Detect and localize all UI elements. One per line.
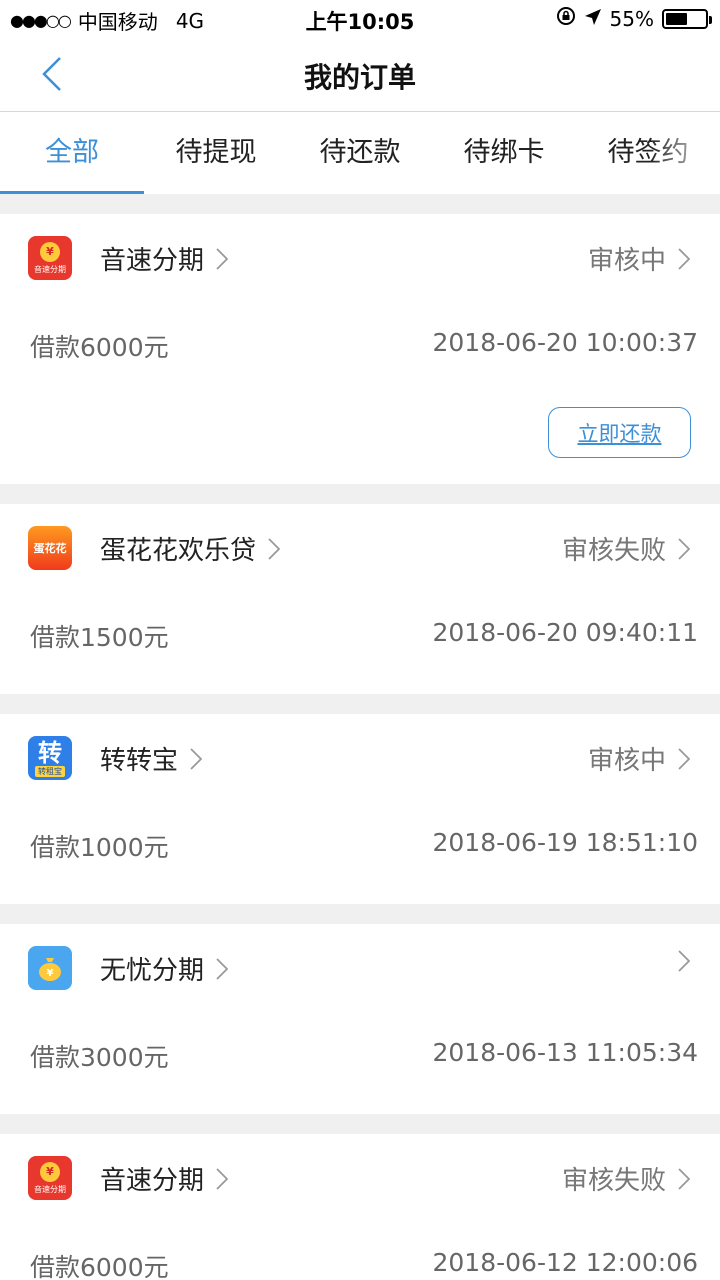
order-actions: 立即还款	[0, 404, 720, 484]
order-card: ¥ 音速分期 音速分期 审核中 借款6000元 2018-06-20 10:00…	[0, 214, 720, 484]
order-status: 审核中	[588, 240, 690, 277]
location-icon	[584, 7, 602, 31]
svg-text:¥: ¥	[47, 968, 54, 979]
battery-fill	[666, 12, 687, 25]
loan-amount: 借款1000元	[30, 833, 169, 862]
chevron-right-icon	[678, 950, 690, 972]
loan-amount: 借款1500元	[30, 623, 169, 652]
app-icon-text: 音速分期	[34, 1184, 66, 1194]
app-name: 音速分期	[100, 240, 229, 277]
zhuanzhuanbao-app-icon: 转 转租宝	[28, 736, 72, 780]
chevron-right-icon	[216, 957, 229, 980]
app-name-text: 无忧分期	[100, 956, 205, 986]
page-title: 我的订单	[303, 61, 416, 94]
app-name-text: 蛋花花欢乐贷	[100, 536, 257, 566]
order-filter-tabs: 全部 待提现 待还款 待绑卡 待签约	[0, 112, 720, 194]
danhuahua-app-icon: 蛋花花	[28, 526, 72, 570]
app-name: 转转宝	[100, 740, 203, 777]
order-info: 借款1000元 2018-06-19 18:51:10	[0, 802, 720, 904]
order-status	[666, 950, 690, 972]
order-card: ¥ 音速分期 音速分期 审核失败 借款6000元 2018-06-12 12:0…	[0, 1134, 720, 1280]
order-card: 转 转租宝 转转宝 审核中 借款1000元 2018-06-19 18:51:1…	[0, 714, 720, 904]
coin-icon: ¥	[40, 241, 60, 262]
rotation-lock-icon	[556, 6, 576, 31]
order-status: 审核失败	[562, 1160, 690, 1197]
order-datetime: 2018-06-13 11:05:34	[432, 1038, 698, 1067]
app-icon-text: 转	[38, 738, 62, 767]
chevron-right-icon	[678, 537, 690, 560]
order-status-text: 审核中	[587, 746, 666, 776]
chevron-right-icon	[678, 1167, 690, 1190]
order-info: 借款1500元 2018-06-20 09:40:11	[0, 592, 720, 694]
order-datetime: 2018-06-19 18:51:10	[432, 828, 698, 857]
order-info: 借款6000元 2018-06-12 12:00:06	[0, 1222, 720, 1280]
battery-percent: 55%	[609, 6, 654, 31]
yinsu-app-icon: ¥ 音速分期	[28, 236, 72, 280]
app-name: 无忧分期	[100, 950, 229, 987]
loan-amount: 借款6000元	[30, 333, 169, 362]
order-list: ¥ 音速分期 音速分期 审核中 借款6000元 2018-06-20 10:00…	[0, 214, 720, 1280]
order-header[interactable]: 蛋花花 蛋花花欢乐贷 审核失败	[0, 504, 720, 592]
app-icon-text: 蛋花花	[33, 542, 67, 555]
order-datetime: 2018-06-20 09:40:11	[432, 618, 698, 647]
tab-pending-sign[interactable]: 待签约	[576, 112, 720, 194]
app-name: 音速分期	[100, 1160, 229, 1197]
order-header[interactable]: 转 转租宝 转转宝 审核中	[0, 714, 720, 802]
order-info: 借款3000元 2018-06-13 11:05:34	[0, 1012, 720, 1114]
order-card: 蛋花花 蛋花花欢乐贷 审核失败 借款1500元 2018-06-20 09:40…	[0, 504, 720, 694]
app-icon-subtext: 转租宝	[35, 765, 65, 777]
nav-bar: 我的订单	[0, 36, 720, 112]
app-icon-text: 音速分期	[34, 264, 66, 274]
app-name-text: 转转宝	[100, 746, 179, 776]
order-status-text: 审核中	[587, 246, 666, 276]
app-name-text: 音速分期	[100, 1166, 205, 1196]
order-datetime: 2018-06-20 10:00:37	[432, 328, 698, 357]
tab-all[interactable]: 全部	[0, 112, 144, 194]
coin-icon: ¥	[40, 1161, 60, 1182]
order-header[interactable]: ¥ 音速分期 音速分期 审核中	[0, 214, 720, 302]
order-status-text: 审核失败	[561, 536, 666, 566]
loan-amount: 借款6000元	[30, 1253, 169, 1280]
order-info: 借款6000元 2018-06-20 10:00:37	[0, 302, 720, 404]
tab-pending-repay[interactable]: 待还款	[288, 112, 432, 194]
chevron-right-icon	[268, 537, 281, 560]
wuyou-app-icon: ¥	[28, 946, 72, 990]
app-name: 蛋花花欢乐贷	[100, 530, 281, 567]
chevron-right-icon	[190, 747, 203, 770]
order-header[interactable]: ¥ 音速分期 音速分期 审核失败	[0, 1134, 720, 1222]
chevron-right-icon	[678, 747, 690, 770]
chevron-right-icon	[678, 247, 690, 270]
tab-pending-bind-card[interactable]: 待绑卡	[432, 112, 576, 194]
order-status-text: 审核失败	[561, 1166, 666, 1196]
status-bar: ●●●○○ 中国移动 4G 上午10:05 55%	[0, 0, 720, 36]
money-bag-icon: ¥	[39, 958, 61, 981]
order-status: 审核失败	[562, 530, 690, 567]
chevron-right-icon	[216, 247, 229, 270]
order-card: ¥ 无忧分期 借款3000元 2018-06-13 11:05:34	[0, 924, 720, 1114]
battery-icon	[662, 8, 712, 29]
repay-now-button[interactable]: 立即还款	[548, 407, 691, 458]
order-datetime: 2018-06-12 12:00:06	[432, 1248, 698, 1277]
loan-amount: 借款3000元	[30, 1043, 169, 1072]
order-status: 审核中	[588, 740, 690, 777]
app-name-text: 音速分期	[100, 246, 205, 276]
tab-pending-withdraw[interactable]: 待提现	[144, 112, 288, 194]
yinsu-app-icon: ¥ 音速分期	[28, 1156, 72, 1200]
chevron-right-icon	[216, 1167, 229, 1190]
order-header[interactable]: ¥ 无忧分期	[0, 924, 720, 1012]
